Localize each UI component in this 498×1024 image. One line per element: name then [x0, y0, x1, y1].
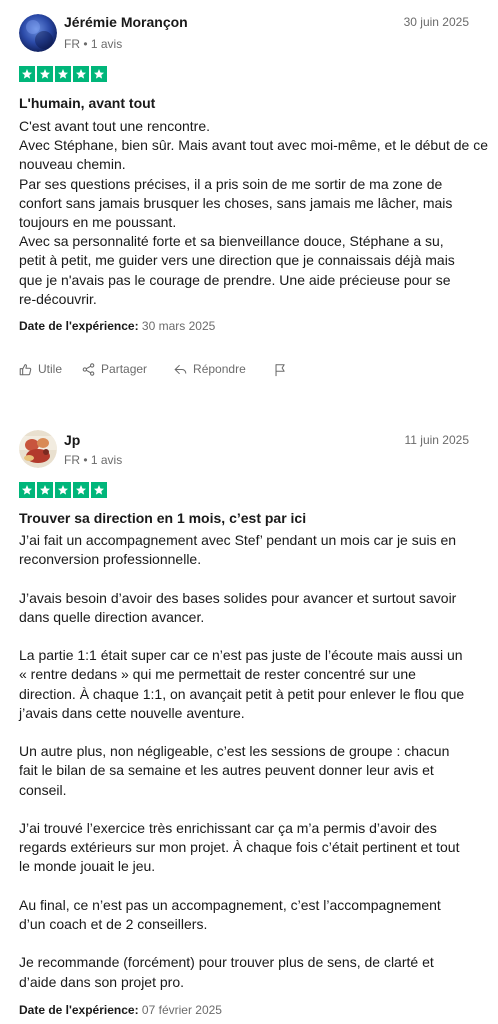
review-line: Je recommande (forcément) pour trouver p… — [19, 954, 434, 971]
review-body: J’ai fait un accompagnement avec Stef’ p… — [19, 531, 479, 992]
review-line: dans quelle direction avancer. — [19, 608, 205, 625]
review-line: le monde jouait le jeu. — [19, 858, 156, 875]
avatar[interactable] — [19, 14, 57, 52]
experience-date: Date de l'expérience: 07 février 2025 — [19, 1003, 222, 1018]
share-button[interactable]: Partager — [82, 362, 147, 377]
review-date: 11 juin 2025 — [404, 433, 470, 447]
review-line: toujours en me poussant. — [19, 214, 177, 231]
reviewer-name[interactable]: Jp — [64, 432, 80, 449]
star-icon — [55, 482, 71, 498]
review-line: conseil. — [19, 781, 67, 798]
reply-button[interactable]: Répondre — [174, 362, 246, 377]
star-rating — [19, 482, 107, 498]
star-icon — [73, 66, 89, 82]
experience-value: 07 février 2025 — [141, 1003, 222, 1017]
review-body: C'est avant tout une rencontre. Avec Sté… — [19, 117, 489, 309]
review-line: J’ai trouvé l’exercice très enrichissant… — [19, 819, 437, 836]
review-line: J’ai fait un accompagnement avec Stef’ p… — [19, 532, 457, 548]
review-line: Un autre plus, non négligeable, c’est le… — [19, 743, 450, 760]
reply-label: Répondre — [193, 362, 246, 376]
review-actions: Utile Partager Répondre — [19, 362, 287, 377]
reviewer-meta: FR • 1 avis — [64, 37, 123, 51]
star-icon — [37, 482, 53, 498]
review-line: direction. À chaque 1:1, on avançait pet… — [19, 685, 465, 702]
star-icon — [55, 66, 71, 82]
experience-label: Date de l'expérience: — [19, 1003, 139, 1017]
useful-label: Utile — [38, 362, 63, 376]
experience-label: Date de l'expérience: — [19, 319, 139, 333]
review-line: La partie 1:1 était super car ce n’est p… — [19, 647, 463, 664]
share-label: Partager — [101, 362, 148, 376]
review-line: regards extérieurs sur mon projet. À cha… — [19, 839, 460, 856]
review-line: petit à petit, me guider vers une direct… — [19, 252, 455, 269]
review-date: 30 juin 2025 — [403, 15, 469, 29]
reviewer-name[interactable]: Jérémie Morançon — [64, 14, 188, 31]
review-card: Jérémie Morançon FR • 1 avis 30 juin 202… — [0, 0, 498, 395]
review-line: reconversion professionnelle. — [19, 551, 202, 568]
star-icon — [19, 66, 35, 82]
review-line: fait le bilan de sa semaine et les autre… — [19, 762, 434, 779]
review-line: que je n'avais pas le courage de prendre… — [19, 271, 451, 288]
review-line: J’avais besoin d’avoir des bases solides… — [19, 589, 457, 606]
reply-icon — [174, 363, 187, 376]
review-line: re-découvrir. — [19, 290, 97, 307]
review-title[interactable]: L'humain, avant tout — [19, 95, 155, 112]
review-line: nouveau chemin. — [19, 156, 126, 173]
share-icon — [82, 363, 95, 376]
review-line: d’un coach et de 2 conseillers. — [19, 915, 208, 932]
review-line: Au final, ce n’est pas un accompagnement… — [19, 896, 441, 913]
useful-button[interactable]: Utile — [19, 362, 62, 377]
review-line: d’aide dans son projet pro. — [19, 973, 184, 990]
experience-value: 30 mars 2025 — [141, 319, 216, 333]
star-icon — [19, 482, 35, 498]
review-line: Avec sa personnalité forte et sa bienvei… — [19, 233, 444, 250]
star-rating — [19, 66, 107, 82]
flag-icon — [274, 363, 287, 377]
review-line: Avec Stéphane, bien sûr. Mais avant tout… — [19, 137, 489, 154]
review-line: confort sans jamais brusquer les choses,… — [19, 194, 453, 211]
star-icon — [91, 482, 107, 498]
review-line: « rentre dedans » qui me permettait de r… — [19, 666, 416, 683]
report-button[interactable] — [274, 363, 287, 377]
reviewer-meta: FR • 1 avis — [64, 453, 123, 467]
review-line: j’avais dans cette nouvelle aventure. — [19, 704, 245, 721]
review-card: Jp FR • 1 avis 11 juin 2025 Trouver sa d… — [0, 395, 498, 1024]
avatar[interactable] — [19, 430, 57, 468]
review-line: Par ses questions précises, il a pris so… — [19, 175, 443, 192]
star-icon — [73, 482, 89, 498]
review-line: C'est avant tout une rencontre. — [19, 118, 211, 134]
star-icon — [91, 66, 107, 82]
thumbs-up-icon — [19, 363, 32, 376]
experience-date: Date de l'expérience: 30 mars 2025 — [19, 319, 215, 334]
star-icon — [37, 66, 53, 82]
review-title[interactable]: Trouver sa direction en 1 mois, c’est pa… — [19, 510, 306, 527]
